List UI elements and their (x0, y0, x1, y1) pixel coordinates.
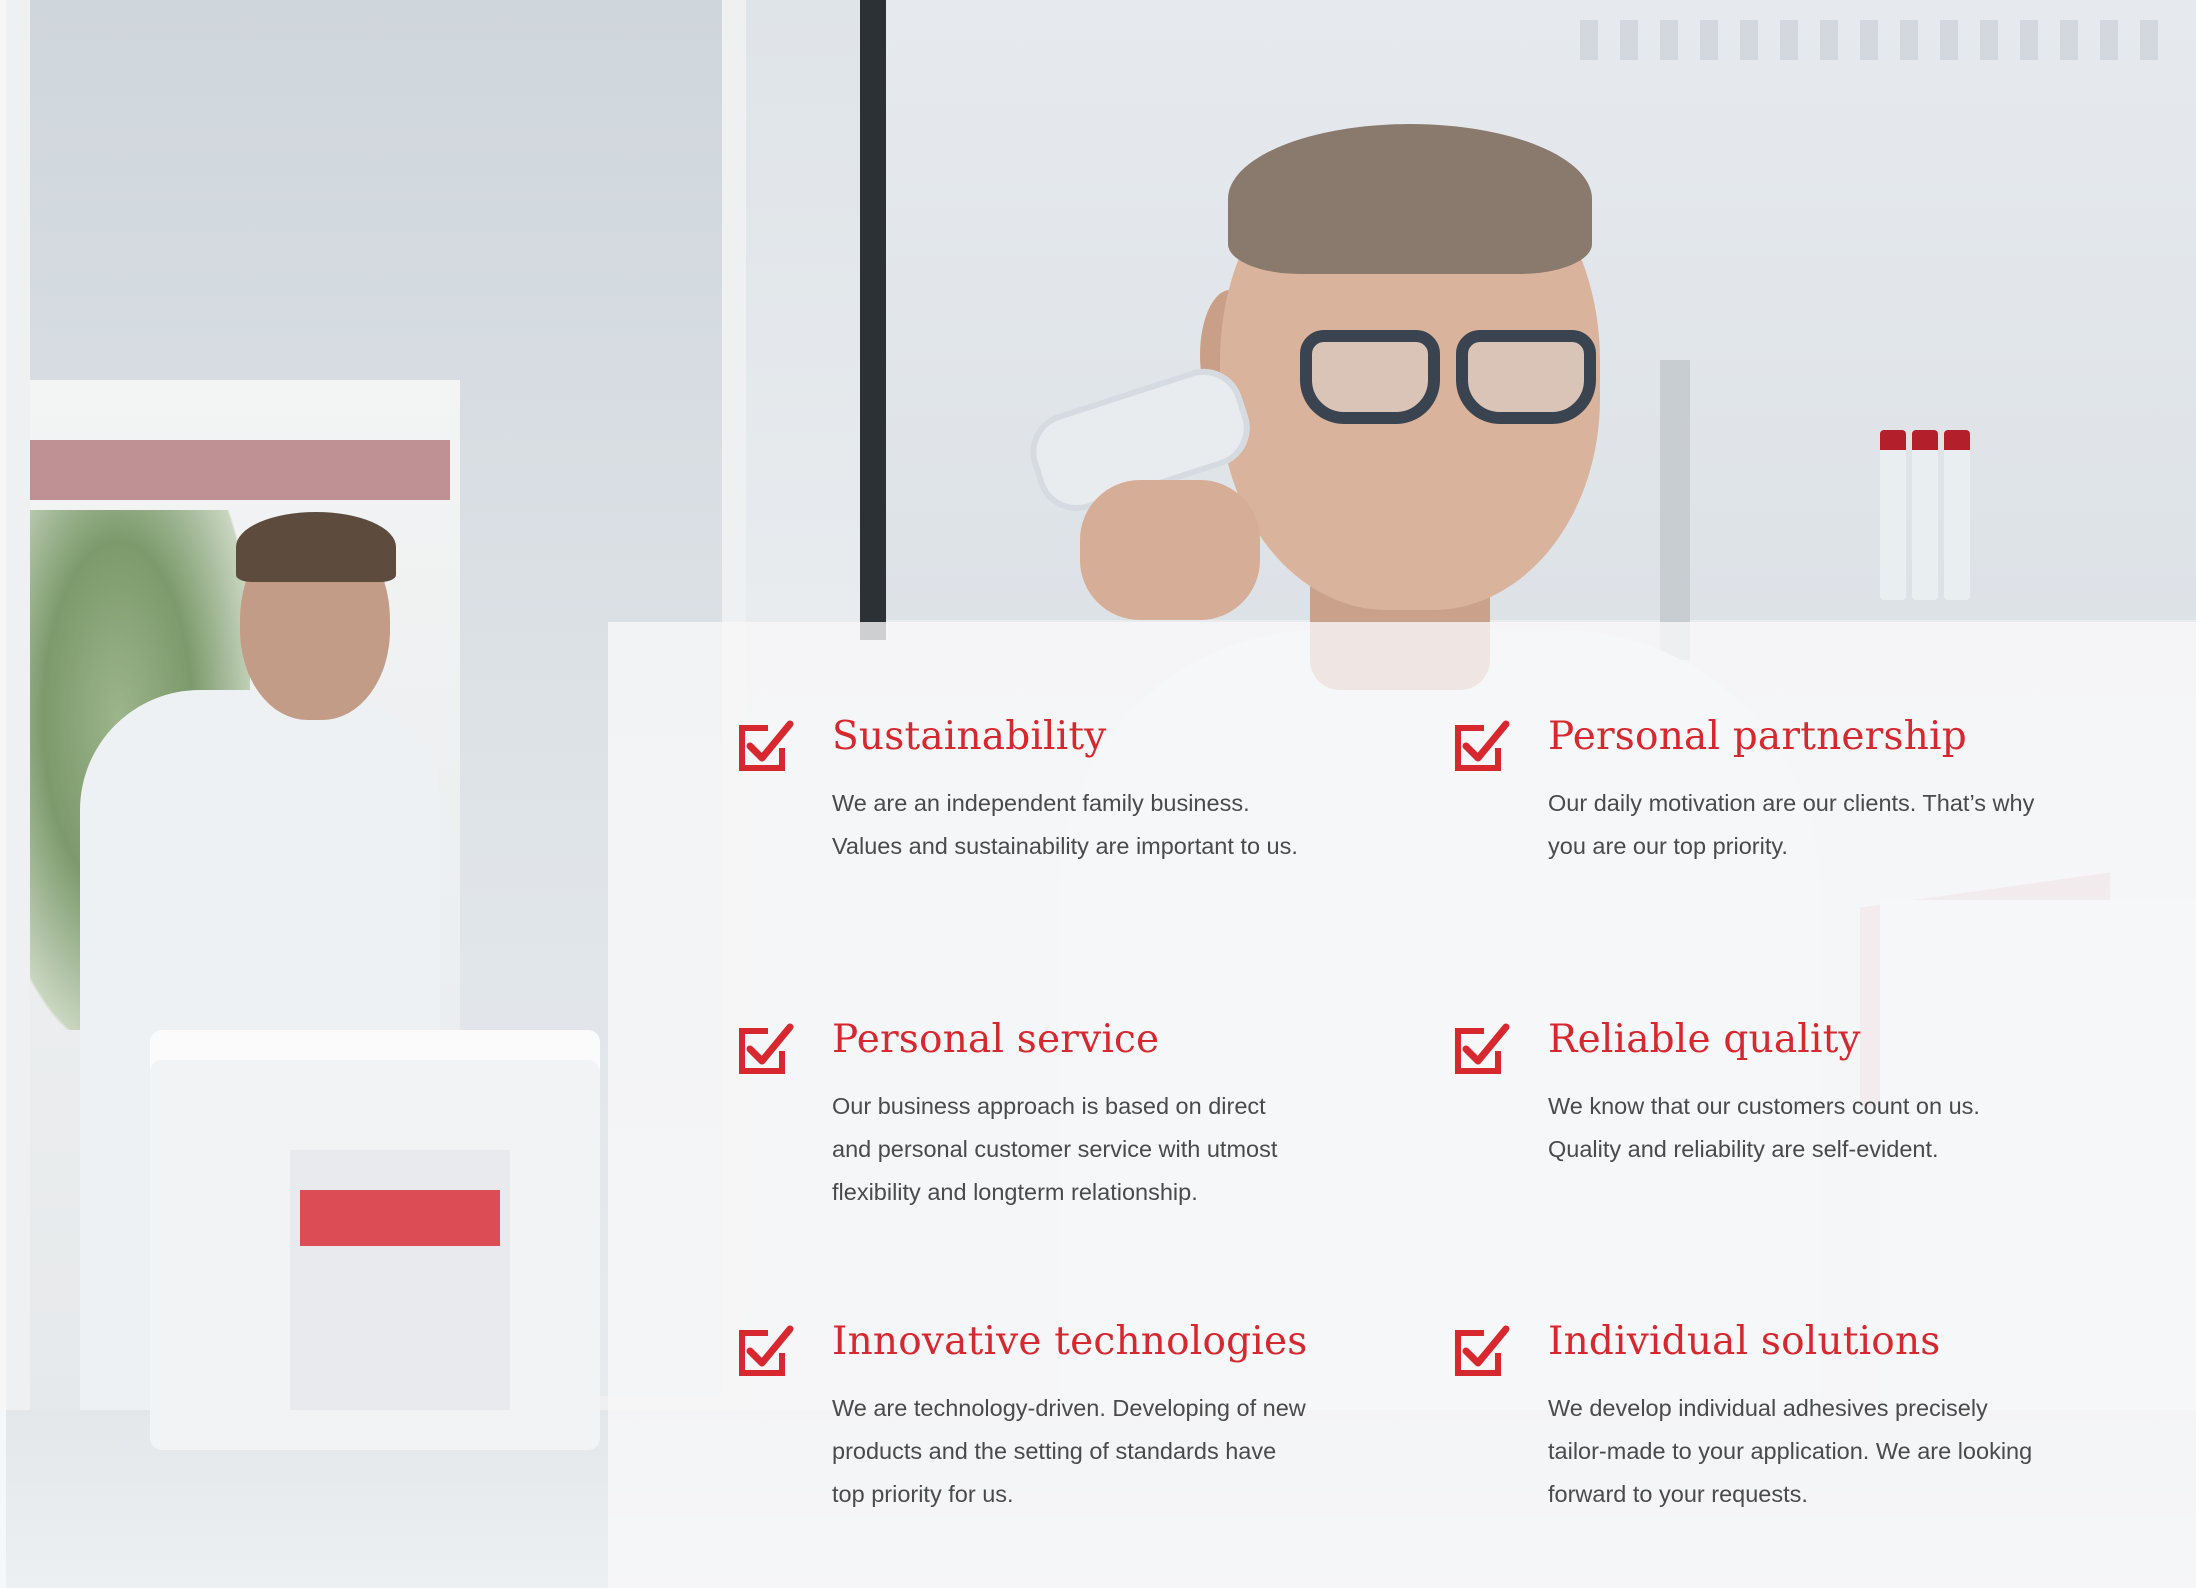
checkbox-checked-icon (739, 720, 794, 771)
feature-title: Personal partnership (1548, 714, 1967, 759)
feature-title: Sustainability (832, 714, 1107, 759)
checkbox-checked-icon (1455, 1023, 1510, 1074)
feature-title: Individual solutions (1548, 1319, 1941, 1364)
red-door-frame (30, 440, 450, 500)
feature-description: Our business approach is based on direct… (832, 1093, 1278, 1205)
safety-glasses (1260, 310, 1596, 440)
sample-tubes (1880, 430, 1970, 600)
bucket-label (290, 1150, 510, 1410)
feature-description: We are technology-driven. Developing of … (832, 1395, 1306, 1507)
feature-title: Reliable quality (1548, 1017, 1861, 1062)
feature-description: We are an independent family business. V… (832, 790, 1298, 859)
feature-description: We develop individual adhesives precisel… (1548, 1395, 2033, 1507)
hand (1080, 480, 1260, 620)
checkbox-checked-icon (1455, 720, 1510, 771)
checkbox-checked-icon (1455, 1325, 1510, 1376)
checkbox-checked-icon (739, 1325, 794, 1376)
feature-title: Personal service (832, 1017, 1160, 1062)
feature-description: We know that our customers count on us. … (1548, 1093, 1980, 1162)
feature-description: Our daily motivation are our clients. Th… (1548, 790, 2035, 859)
bucket-logo (300, 1190, 500, 1246)
feature-title: Innovative technologies (832, 1319, 1308, 1364)
checkbox-checked-icon (739, 1023, 794, 1074)
